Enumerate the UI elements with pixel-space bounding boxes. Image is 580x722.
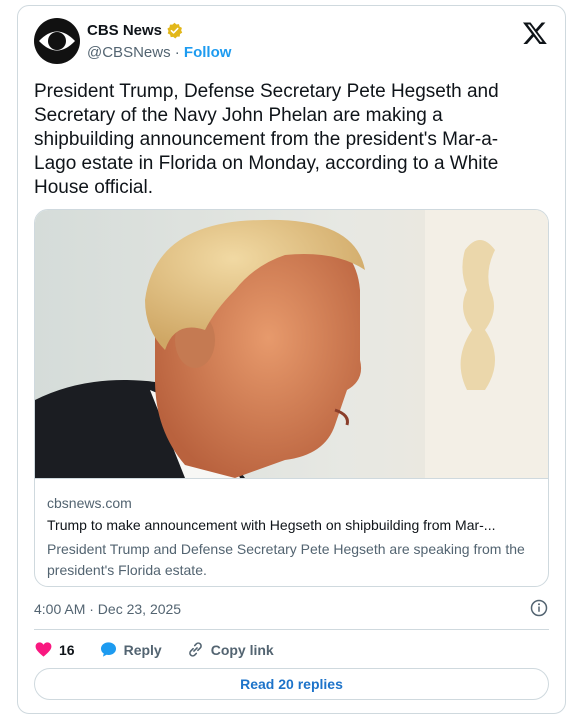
heart-icon	[35, 642, 52, 657]
article-photo	[35, 210, 548, 478]
author-handle-row: @CBSNews · Follow	[87, 44, 231, 61]
copy-link-label: Copy link	[210, 641, 274, 658]
like-count: 16	[59, 641, 75, 658]
divider	[34, 629, 549, 630]
separator-dot: ·	[174, 44, 184, 61]
link-title: Trump to make announcement with Hegseth …	[47, 517, 496, 533]
link-card[interactable]: cbsnews.com Trump to make announcement w…	[34, 209, 549, 587]
reply-button[interactable]: Reply	[99, 640, 162, 659]
link-description: President Trump and Defense Secretary Pe…	[47, 541, 525, 578]
verified-badge-icon	[167, 22, 183, 39]
link-icon	[188, 642, 202, 657]
reply-label: Reply	[123, 641, 162, 658]
copy-link-button[interactable]: Copy link	[186, 640, 274, 659]
link-info[interactable]: cbsnews.com Trump to make announcement w…	[35, 478, 548, 586]
action-bar: 16 Reply Copy link	[34, 640, 298, 659]
author-name-row: CBS News	[87, 22, 183, 39]
read-replies-button[interactable]: Read 20 replies	[34, 668, 549, 700]
author-handle[interactable]: @CBSNews	[87, 44, 171, 61]
like-button[interactable]: 16	[34, 640, 75, 659]
tweet-text: President Trump, Defense Secretary Pete …	[34, 81, 499, 198]
tweet-card: CBS News @CBSNews · Follow President Tru…	[17, 5, 566, 714]
info-icon[interactable]	[530, 599, 548, 617]
follow-button[interactable]: Follow	[184, 44, 232, 61]
tweet-timestamp[interactable]: 4:00 AM · Dec 23, 2025	[34, 601, 181, 617]
link-domain: cbsnews.com	[47, 495, 132, 511]
author-name[interactable]: CBS News	[87, 22, 162, 39]
x-logo-icon[interactable]	[522, 20, 548, 46]
avatar[interactable]	[34, 18, 80, 64]
cbs-eye-icon	[39, 31, 75, 51]
reply-icon	[100, 642, 116, 657]
